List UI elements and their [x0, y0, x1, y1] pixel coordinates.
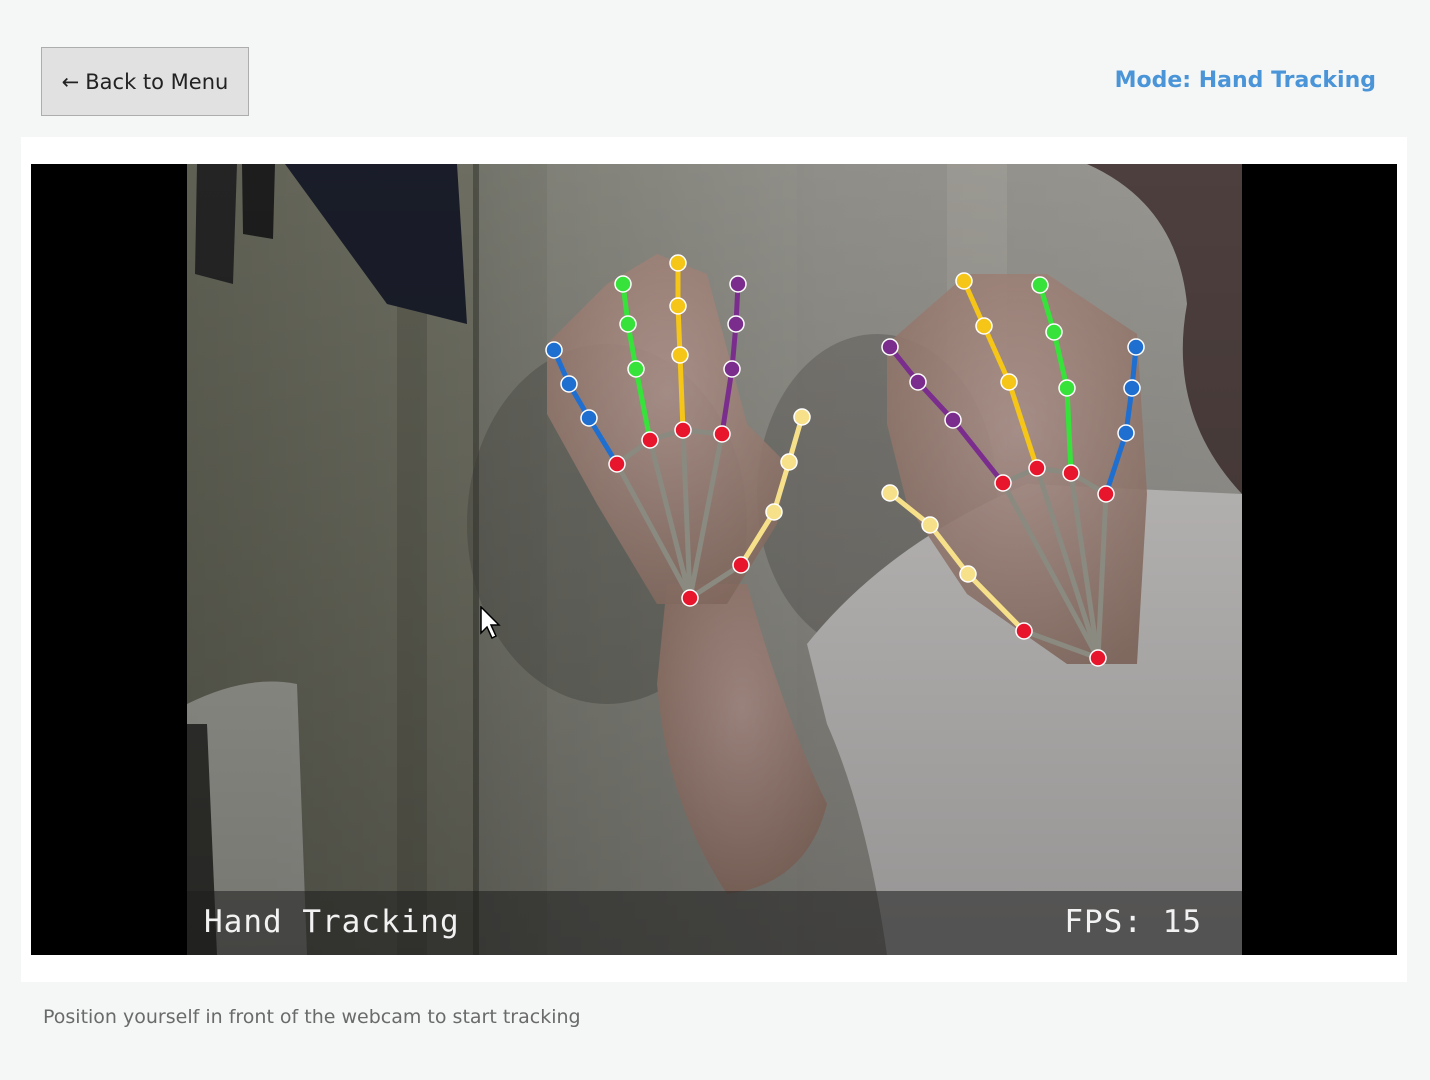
landmark-point: [881, 484, 899, 502]
landmark-point: [713, 425, 731, 443]
landmark-point: [921, 516, 939, 534]
landmark-point: [944, 411, 962, 429]
landmark-point: [580, 409, 598, 427]
landmark-point: [732, 556, 750, 574]
landmark-connection: [677, 352, 686, 433]
landmark-point: [545, 341, 563, 359]
landmark-point: [793, 408, 811, 426]
landmark-point: [619, 315, 637, 333]
landmark-point: [1045, 323, 1063, 341]
landmark-point: [723, 360, 741, 378]
back-to-menu-button[interactable]: ← Back to Menu: [41, 47, 249, 116]
camera-image: Hand Tracking FPS: 15: [187, 164, 1242, 955]
landmark-point: [727, 315, 745, 333]
landmark-point: [1097, 485, 1115, 503]
landmark-point: [560, 375, 578, 393]
landmark-point: [780, 453, 798, 471]
landmark-point: [1028, 459, 1046, 477]
landmark-point: [1062, 464, 1080, 482]
fps-counter: FPS: 15: [1064, 904, 1202, 940]
overlay-title: Hand Tracking: [204, 904, 460, 940]
landmark-point: [1123, 379, 1141, 397]
landmark-point: [959, 565, 977, 583]
landmark-point: [1031, 276, 1049, 294]
landmark-point: [1089, 649, 1107, 667]
landmark-point: [681, 589, 699, 607]
mode-indicator: Mode: Hand Tracking: [1114, 68, 1376, 93]
back-arrow-icon: ←: [61, 69, 80, 94]
landmark-point: [729, 275, 747, 293]
landmark-point: [614, 275, 632, 293]
landmark-point: [881, 338, 899, 356]
landmark-point: [671, 346, 689, 364]
landmark-point: [909, 373, 927, 391]
landmark-point: [641, 431, 659, 449]
landmark-point: [1117, 424, 1135, 442]
landmark-point: [669, 297, 687, 315]
tracking-hint: Position yourself in front of the webcam…: [43, 1006, 581, 1028]
mouse-cursor-icon: [480, 606, 501, 640]
landmark-point: [765, 503, 783, 521]
landmark-point: [669, 254, 687, 272]
landmark-point: [1127, 338, 1145, 356]
landmark-point: [1000, 373, 1018, 391]
back-button-label: Back to Menu: [85, 69, 229, 94]
landmark-point: [608, 455, 626, 473]
landmark-point: [994, 474, 1012, 492]
landmark-point: [955, 272, 973, 290]
webcam-feed: Hand Tracking FPS: 15: [31, 164, 1397, 955]
camera-scene: [187, 164, 1242, 955]
landmark-point: [1015, 622, 1033, 640]
landmark-point: [975, 317, 993, 335]
landmark-point: [674, 421, 692, 439]
landmark-point: [1058, 379, 1076, 397]
landmark-point: [627, 360, 645, 378]
